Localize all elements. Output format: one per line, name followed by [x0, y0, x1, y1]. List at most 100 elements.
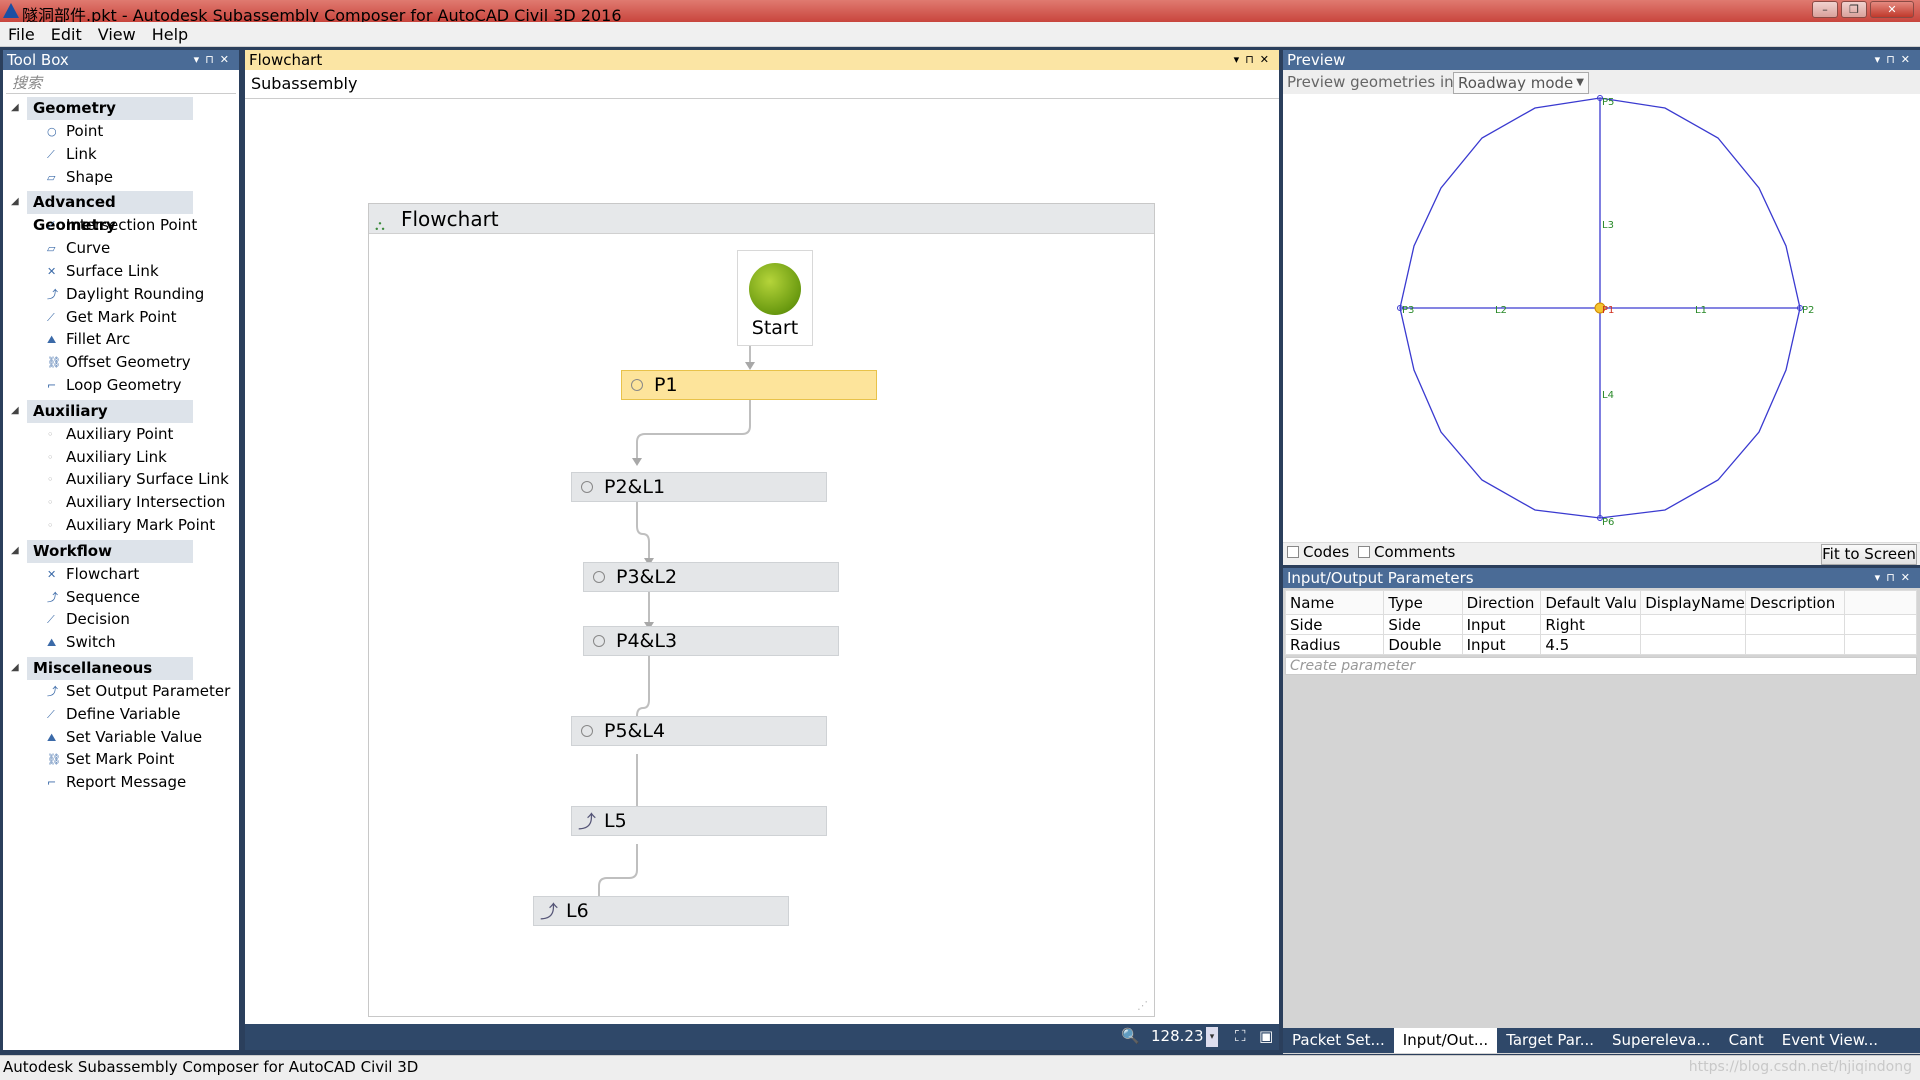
toolbox-item[interactable]: ✕ Surface Link	[3, 260, 239, 283]
codes-checkbox[interactable]	[1287, 546, 1299, 558]
expand-arrow-icon[interactable]: ◢	[11, 405, 19, 416]
maximize-button[interactable]: ❐	[1841, 1, 1867, 18]
toolbox-item[interactable]: ⤴ Set Output Parameter	[3, 680, 239, 703]
panel-buttons[interactable]: ▾⊓✕	[194, 50, 235, 70]
toolbox-item[interactable]: ⟋ Link	[3, 143, 239, 166]
toolbox-item[interactable]: ⟋ Decision	[3, 608, 239, 631]
toolbox-category[interactable]: ◢ Advanced Geometry	[3, 191, 239, 234]
document-buttons[interactable]: ▾⊓✕	[1234, 50, 1275, 70]
label-l2: L2	[1495, 305, 1507, 316]
flowchart-node-p4l3[interactable]: P4&L3	[583, 626, 839, 656]
column-header[interactable]: Description	[1744, 590, 1846, 615]
cell[interactable]: Radius	[1284, 634, 1385, 655]
toolbox-item[interactable]: ⌐ Report Message	[3, 771, 239, 794]
cell[interactable]	[1744, 634, 1846, 655]
toolbox-item[interactable]: ⛰ Set Variable Value	[3, 726, 239, 749]
cell[interactable]	[1744, 614, 1846, 635]
flowchart-node-p2l1[interactable]: P2&L1	[571, 472, 827, 502]
tab-superelevation[interactable]: Supereleva...	[1603, 1028, 1720, 1053]
toolbox-item[interactable]: ⤴ Daylight Rounding	[3, 283, 239, 306]
menu-file[interactable]: File	[0, 22, 43, 44]
resize-grip-icon[interactable]: ⋰	[1137, 999, 1148, 1012]
flowchart-node-p5l4[interactable]: P5&L4	[571, 716, 827, 746]
toolbox-item[interactable]: ◦ Auxiliary Surface Link	[3, 468, 239, 491]
cell[interactable]: Double	[1383, 634, 1463, 655]
toolbox-category[interactable]: ◢ Auxiliary	[3, 399, 239, 423]
cell[interactable]: Side	[1284, 614, 1385, 635]
expand-arrow-icon[interactable]: ◢	[11, 196, 19, 207]
flowchart-node-l6[interactable]: ⤴ L6	[533, 896, 789, 926]
column-header[interactable]: Type	[1383, 590, 1463, 615]
expand-arrow-icon[interactable]: ◢	[11, 102, 19, 113]
menu-help[interactable]: Help	[144, 22, 196, 44]
comments-checkbox[interactable]	[1358, 546, 1370, 558]
toolbox-item[interactable]: ✕ Flowchart	[3, 563, 239, 586]
panel-buttons[interactable]: ▾⊓✕	[1875, 50, 1916, 70]
column-header[interactable]: DisplayName	[1640, 590, 1746, 615]
fit-to-screen-button[interactable]: Fit to Screen	[1821, 544, 1917, 565]
actual-size-icon[interactable]: ▣	[1259, 1027, 1273, 1045]
toolbox-item[interactable]: ⤴ Sequence	[3, 586, 239, 609]
cell[interactable]: Input	[1461, 634, 1542, 655]
cell[interactable]	[1640, 634, 1746, 655]
preview-canvas[interactable]: P1 P2 P3 P5 P6 L1 L2 L3 L4	[1283, 94, 1920, 540]
table-row[interactable]: Radius Double Input 4.5	[1284, 634, 1917, 655]
toolbox-item[interactable]: ○ Point	[3, 120, 239, 143]
toolbox-item[interactable]: ◦ Auxiliary Intersection	[3, 491, 239, 514]
tab-event-viewer[interactable]: Event View...	[1773, 1028, 1887, 1053]
toolbox-item[interactable]: ⛓ Set Mark Point	[3, 748, 239, 771]
cell[interactable]: Side	[1383, 614, 1463, 635]
toolbox-item[interactable]: ▱ Shape	[3, 166, 239, 189]
menu-view[interactable]: View	[90, 22, 144, 44]
column-header[interactable]: Direction	[1461, 590, 1542, 615]
flowchart-node-p1[interactable]: P1	[621, 370, 877, 400]
close-window-button[interactable]: ✕	[1870, 1, 1914, 18]
cell[interactable]: 4.5	[1540, 634, 1642, 655]
toolbox-search-input[interactable]: 搜索	[6, 72, 236, 94]
toolbox-item[interactable]: ⛰ Fillet Arc	[3, 328, 239, 351]
minimize-button[interactable]: –	[1812, 1, 1838, 18]
breadcrumb[interactable]: Subassembly	[251, 74, 357, 93]
create-parameter-input[interactable]: Create parameter	[1285, 657, 1917, 675]
flowchart-container[interactable]: ⛬ Flowchart Start P1 P2&L1 P3&L2 P4&L3 P…	[368, 203, 1155, 1017]
panel-buttons[interactable]: ▾⊓✕	[1875, 568, 1916, 588]
start-node[interactable]: Start	[737, 250, 813, 346]
toolbox-item-label: Define Variable	[66, 704, 181, 723]
toolbox-item[interactable]: ⛰ Switch	[3, 631, 239, 654]
preview-mode-select[interactable]: Roadway mode ▼	[1453, 72, 1589, 94]
tool-icon: ✕	[47, 264, 57, 278]
toolbox-item[interactable]: ⟋ Get Mark Point	[3, 306, 239, 329]
flowchart-node-p3l2[interactable]: P3&L2	[583, 562, 839, 592]
toolbox-category[interactable]: ◢ Workflow	[3, 539, 239, 563]
toolbox-item[interactable]: ◦ Auxiliary Point	[3, 423, 239, 446]
expand-arrow-icon[interactable]: ◢	[11, 662, 19, 673]
zoom-dropdown-icon[interactable]: ▾	[1206, 1027, 1218, 1047]
toolbox-item-label: Point	[66, 122, 104, 140]
column-header[interactable]: Default Valu	[1540, 590, 1642, 615]
tab-target-parameters[interactable]: Target Par...	[1497, 1028, 1603, 1053]
io-parameters-table[interactable]: Name Type Direction Default Valu Display…	[1284, 590, 1917, 655]
cell[interactable]: Input	[1461, 614, 1542, 635]
toolbox-item[interactable]: ⌐ Loop Geometry	[3, 374, 239, 397]
expand-arrow-icon[interactable]: ◢	[11, 545, 19, 556]
flowchart-canvas[interactable]: ⛬ Flowchart Start P1 P2&L1 P3&L2 P4&L3 P…	[245, 98, 1279, 1024]
toolbox-item[interactable]: ⛓ Offset Geometry	[3, 351, 239, 374]
toolbox-item[interactable]: ▱ Curve	[3, 237, 239, 260]
toolbox-item[interactable]: ◦ Auxiliary Link	[3, 446, 239, 469]
toolbox-category[interactable]: ◢ Geometry	[3, 97, 239, 120]
toolbox-item[interactable]: ⟋ Intersection Point	[3, 214, 239, 237]
cell[interactable]	[1640, 614, 1746, 635]
table-row[interactable]: Side Side Input Right	[1284, 614, 1917, 635]
tab-cant[interactable]: Cant	[1720, 1028, 1773, 1053]
tab-input-output[interactable]: Input/Out...	[1393, 1028, 1498, 1053]
menu-edit[interactable]: Edit	[43, 22, 90, 44]
toolbox-item[interactable]: ⟋ Define Variable	[3, 703, 239, 726]
flowchart-node-l5[interactable]: ⤴ L5	[571, 806, 827, 836]
zoom-level[interactable]: 128.23	[1151, 1027, 1204, 1045]
toolbox-item[interactable]: ◦ Auxiliary Mark Point	[3, 514, 239, 537]
toolbox-category[interactable]: ◢ Miscellaneous	[3, 656, 239, 680]
fit-page-icon[interactable]: ⛶	[1235, 1027, 1246, 1045]
cell[interactable]: Right	[1540, 614, 1642, 635]
column-header[interactable]: Name	[1284, 590, 1385, 615]
tab-packet-settings[interactable]: Packet Set...	[1283, 1028, 1394, 1053]
